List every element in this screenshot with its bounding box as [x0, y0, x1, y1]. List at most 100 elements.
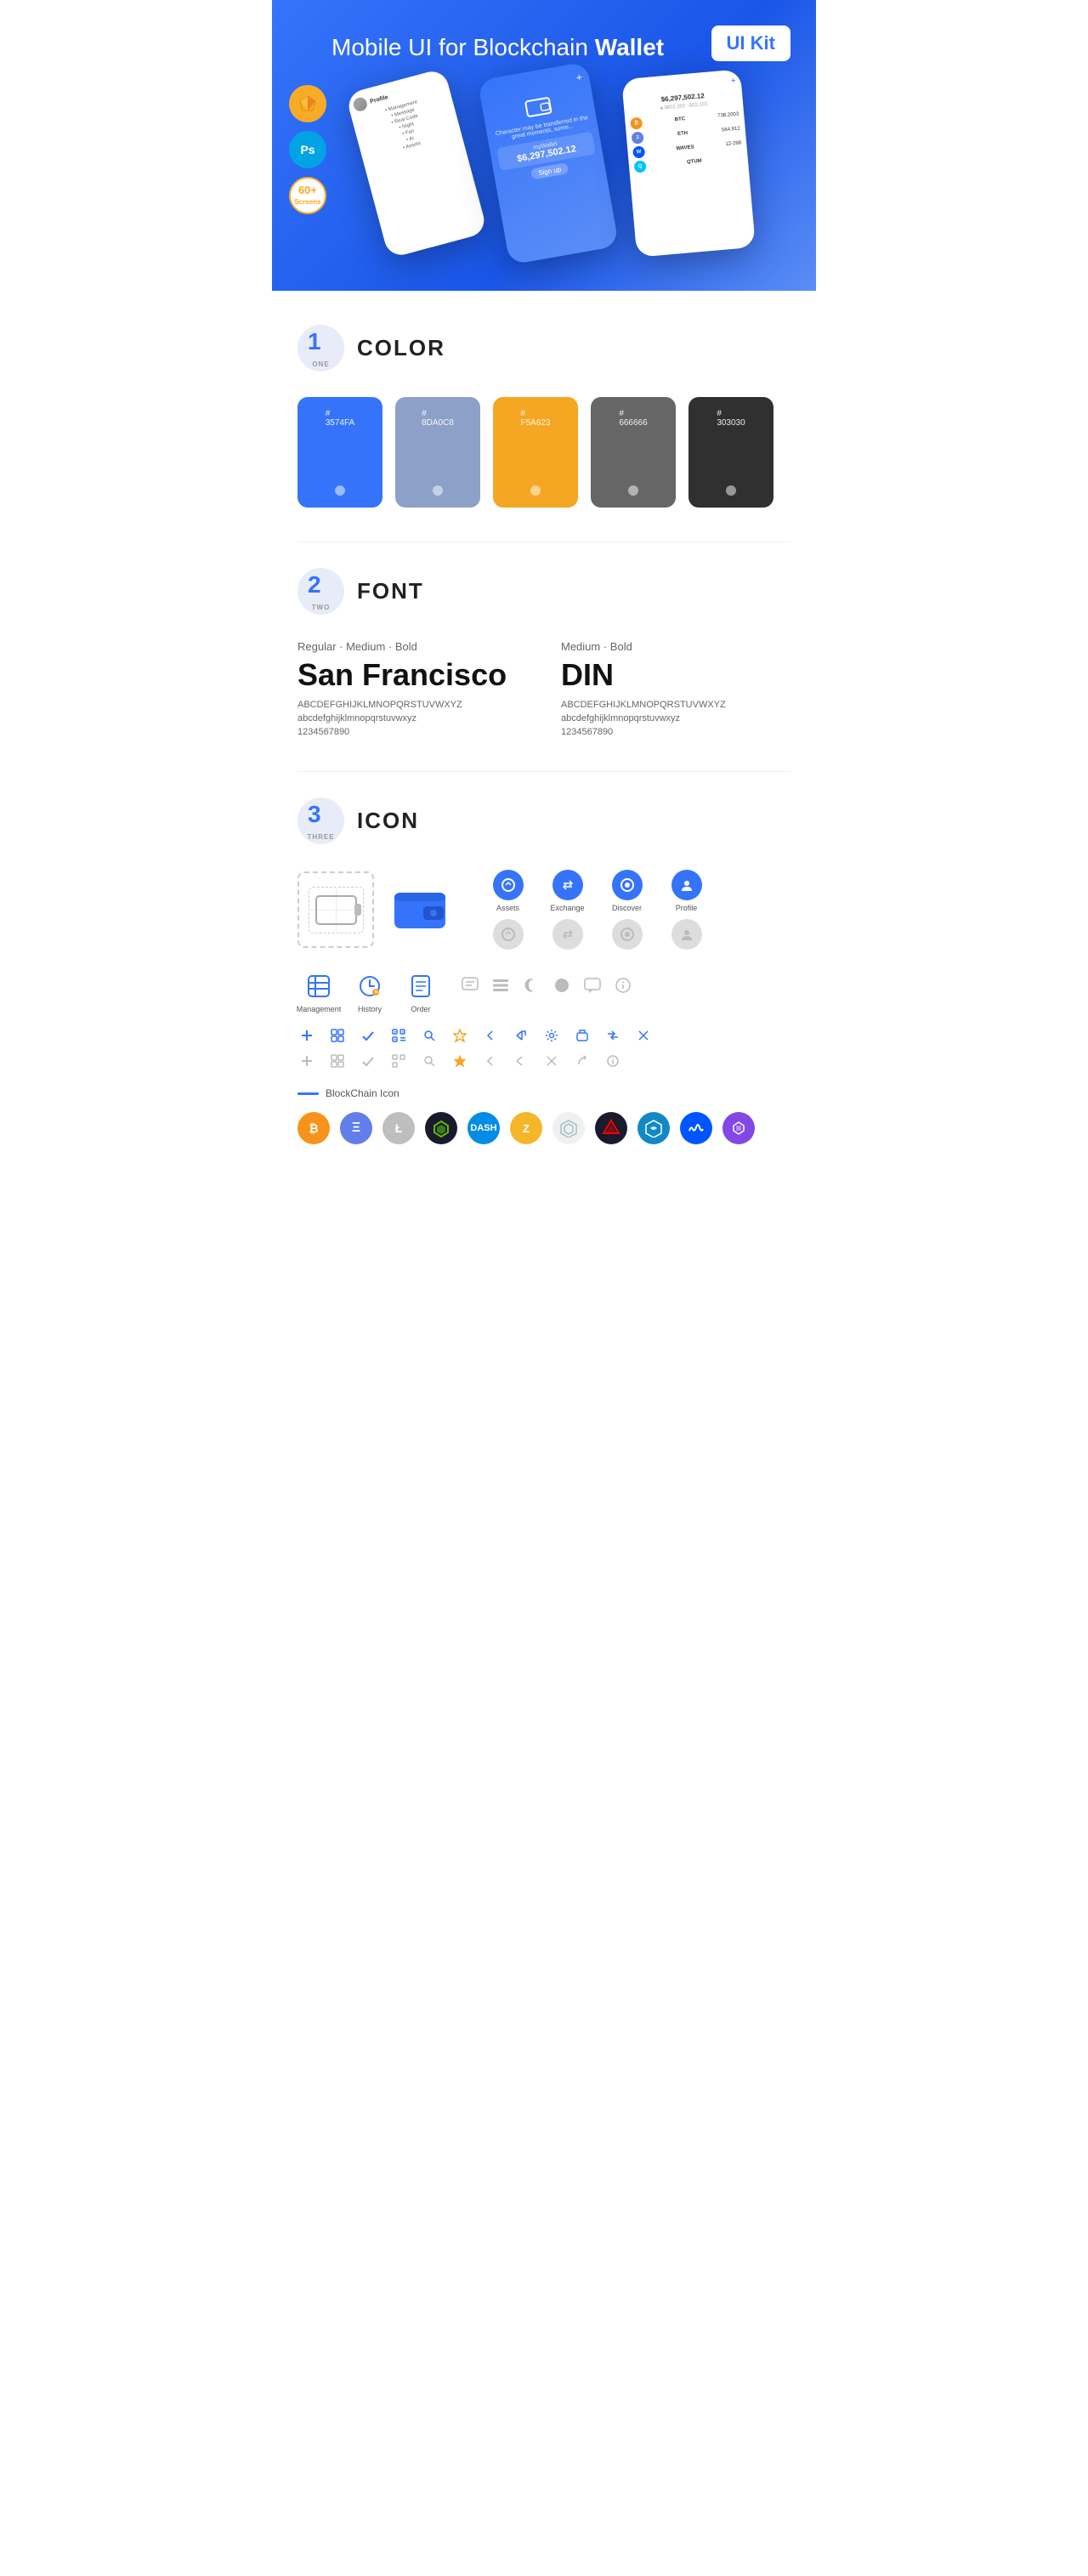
phone-mock-left: Profile • Management • Message • Real Co…: [345, 68, 488, 258]
hero-section: Mobile UI for Blockchain Wallet UI Kit P…: [272, 0, 816, 291]
icon-wireframe: [309, 887, 364, 933]
ui-kit-badge: UI Kit: [711, 26, 790, 61]
font-col-din: Medium · Bold DIN ABCDEFGHIJKLMNOPQRSTUV…: [561, 640, 790, 737]
discover-icon-circle: [612, 870, 643, 900]
info-icon-gray: [604, 1052, 622, 1070]
font-numbers-din: 1234567890: [561, 727, 790, 737]
chat-icon: [459, 974, 481, 996]
icon-grid-main: Assets Exchange Discover: [298, 870, 790, 950]
phone-mock-center: + Character may be transferred in the gr…: [478, 61, 619, 264]
crypto-icons-row: ₿ Ξ Ł DASH Z: [298, 1112, 790, 1144]
bitcoin-icon: ₿: [298, 1112, 330, 1144]
qr-icon-gray: [389, 1052, 408, 1070]
grid-icon-gray: [328, 1052, 347, 1070]
swap-icon-blue: [604, 1026, 622, 1045]
wallet-icon-svg: [391, 884, 450, 935]
profile-label: Profile: [676, 904, 698, 912]
hero-title-regular: Mobile UI for Blockchain: [332, 34, 595, 60]
neo-icon: [425, 1112, 457, 1144]
font-col-sf: Regular · Medium · Bold San Francisco AB…: [298, 640, 527, 737]
font-uppercase-sf: ABCDEFGHIJKLMNOPQRSTUVWXYZ: [298, 700, 527, 710]
section-number-font: 2 TWO: [298, 568, 344, 615]
font-style-din: Medium · Bold: [561, 640, 790, 653]
color-section-header: 1 ONE COLOR: [298, 325, 790, 372]
phone-mock-right: + $6,297,502.12 ▲$802,302 ↑$02,102 ₿ BTC…: [621, 69, 756, 257]
star-icon-filled: [450, 1052, 469, 1070]
tab-icons-row: Management History Order: [298, 971, 790, 1013]
plus-icon-gray: [298, 1052, 316, 1070]
font-numbers-sf: 1234567890: [298, 727, 527, 737]
blockchain-line-icon: [298, 1092, 319, 1095]
circle-icon: [551, 974, 573, 996]
swatch-blue: #3574FA: [298, 397, 382, 508]
nav-icon-profile: Profile: [663, 870, 710, 912]
search-icon-gray: [420, 1052, 439, 1070]
speech-icon: [581, 974, 604, 996]
dash-icon: DASH: [468, 1112, 500, 1144]
swatch-dark: #303030: [688, 397, 774, 508]
exchange-icon-circle: [552, 870, 583, 900]
search-icon-blue: [420, 1026, 439, 1045]
font-lowercase-sf: abcdefghijklmnopqrstuvwxyz: [298, 713, 527, 723]
font-name-din: DIN: [561, 657, 790, 693]
litecoin-icon: Ł: [382, 1112, 415, 1144]
history-label: History: [358, 1005, 382, 1013]
icon-wireframe-container: [298, 871, 374, 948]
star-icon-blue: [450, 1026, 469, 1045]
nav-icons-gray-row: [484, 919, 710, 950]
info-icon: [612, 974, 634, 996]
font-lowercase-din: abcdefghijklmnopqrstuvwxyz: [561, 713, 790, 723]
exchange-label: Exchange: [550, 904, 584, 912]
nav-icon-assets: Assets: [484, 870, 531, 912]
profile-icon-circle: [672, 870, 702, 900]
order-label: Order: [411, 1005, 430, 1013]
settings-icon-blue: [542, 1026, 561, 1045]
forward-icon-gray: [512, 1052, 530, 1070]
matic-icon: [722, 1112, 755, 1144]
redo-icon-gray: [573, 1052, 592, 1070]
small-icons-blue-row: [298, 1026, 790, 1045]
check-icon-blue: [359, 1026, 377, 1045]
blockchain-label-row: BlockChain Icon: [298, 1087, 790, 1099]
icon-wallet-filled: [391, 880, 450, 939]
export-icon-blue: [573, 1026, 592, 1045]
font-section-header: 2 TWO FONT: [298, 568, 790, 615]
nav-icon-discover: Discover: [604, 870, 650, 912]
order-icon: [405, 971, 436, 1001]
section-number-icon: 3 THREE: [298, 797, 344, 844]
x-icon-gray: [542, 1052, 561, 1070]
font-section: Regular · Medium · Bold San Francisco AB…: [298, 640, 790, 737]
discover-label: Discover: [612, 904, 642, 912]
grid-icon-blue: [328, 1026, 347, 1045]
tab-icon-management: Management: [298, 971, 340, 1013]
tab-icon-order: Order: [400, 971, 442, 1013]
section-number-color: 1 ONE: [298, 325, 344, 372]
check-icon-gray: [359, 1052, 377, 1070]
color-swatches-row: #3574FA #8DA0C8 #F5A623 #666666 #303030: [298, 397, 790, 508]
font-style-sf: Regular · Medium · Bold: [298, 640, 527, 653]
ark-icon: [595, 1112, 627, 1144]
icon-section-header: 3 THREE ICON: [298, 797, 790, 844]
font-uppercase-din: ABCDEFGHIJKLMNOPQRSTUVWXYZ: [561, 700, 790, 710]
blockchain-text: BlockChain Icon: [326, 1087, 400, 1099]
font-name-sf: San Francisco: [298, 657, 527, 693]
font-columns: Regular · Medium · Bold San Francisco AB…: [298, 640, 790, 737]
moon-icon: [520, 974, 542, 996]
nav-icons-blue-row: Assets Exchange Discover: [484, 870, 710, 912]
management-icon: [303, 971, 334, 1001]
phone-mockups: Profile • Management • Message • Real Co…: [298, 70, 790, 240]
iota-icon: [552, 1112, 585, 1144]
swatch-gray: #666666: [591, 397, 676, 508]
waves-icon: [680, 1112, 712, 1144]
history-icon: [354, 971, 385, 1001]
main-content: 1 ONE COLOR #3574FA #8DA0C8 #F5A623 #666…: [272, 291, 816, 1178]
nav-icons-group: Assets Exchange Discover: [484, 870, 710, 950]
nav-icon-exchange-gray: [544, 919, 591, 950]
swatch-orange: #F5A623: [493, 397, 578, 508]
chevron-left-icon-gray: [481, 1052, 500, 1070]
assets-icon-circle: [493, 870, 524, 900]
nav-icon-exchange: Exchange: [544, 870, 591, 912]
assets-label: Assets: [496, 904, 519, 912]
nav-icon-discover-gray: [604, 919, 650, 950]
color-title: COLOR: [357, 335, 445, 361]
